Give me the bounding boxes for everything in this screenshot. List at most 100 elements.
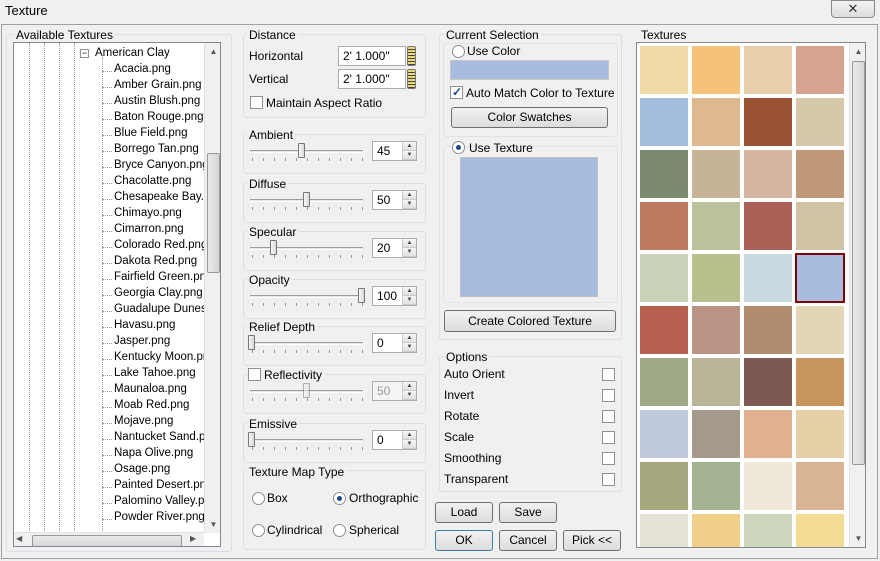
texture-swatch[interactable]	[743, 305, 793, 355]
spherical-radio[interactable]	[333, 524, 346, 537]
option-checkbox[interactable]	[602, 452, 615, 465]
spin-down-icon[interactable]: ▼	[403, 296, 416, 305]
spin-buttons[interactable]: ▲ ▼	[402, 431, 416, 449]
orthographic-radio[interactable]	[333, 492, 346, 505]
slider-thumb[interactable]	[248, 335, 255, 350]
spin-down-icon[interactable]: ▼	[403, 248, 416, 257]
texture-swatch[interactable]	[795, 149, 845, 199]
tree-item[interactable]: Dakota Red.png	[114, 255, 197, 267]
scroll-down-arrow-icon[interactable]: ▼	[205, 516, 220, 533]
texture-swatch[interactable]	[691, 513, 741, 547]
tree-item[interactable]: Lake Tahoe.png	[114, 367, 196, 379]
slider-track[interactable]	[250, 150, 363, 153]
tree-item[interactable]: Acacia.png	[114, 63, 171, 75]
texture-swatch[interactable]	[743, 461, 793, 511]
texture-swatch[interactable]	[743, 253, 793, 303]
tree-collapse-toggle[interactable]: −	[80, 49, 89, 58]
slider-track[interactable]	[250, 439, 363, 442]
vertical-input[interactable]: 2' 1.000"	[338, 69, 406, 89]
tree-item[interactable]: Osage.png	[114, 463, 170, 475]
tree-item[interactable]: Jasper.png	[114, 335, 170, 347]
spin-up-icon[interactable]: ▲	[403, 334, 416, 343]
spin-buttons[interactable]: ▲ ▼	[402, 239, 416, 257]
tree-item[interactable]: Chacolatte.png	[114, 175, 191, 187]
slider-thumb[interactable]	[270, 240, 277, 255]
tree-item[interactable]: Fairfield Green.png	[114, 271, 212, 283]
texture-swatch[interactable]	[691, 409, 741, 459]
texture-swatch[interactable]	[691, 149, 741, 199]
texture-swatch[interactable]	[639, 201, 689, 251]
save-button[interactable]: Save	[499, 502, 557, 523]
scroll-right-arrow-icon[interactable]: ▶	[190, 534, 196, 543]
tree-item[interactable]: Borrego Tan.png	[114, 143, 199, 155]
scroll-left-arrow-icon[interactable]: ◀	[16, 534, 22, 543]
tree-horizontal-scrollbar[interactable]: ◀ ▶	[14, 532, 204, 546]
horizontal-input[interactable]: 2' 1.000"	[338, 46, 406, 66]
maintain-aspect-checkbox[interactable]	[250, 96, 263, 109]
option-checkbox[interactable]	[602, 431, 615, 444]
tree-item[interactable]: Kentucky Moon.pr	[114, 351, 207, 363]
auto-match-checkbox[interactable]	[450, 85, 463, 99]
spin-buttons[interactable]: ▲ ▼	[402, 191, 416, 209]
texture-swatch[interactable]	[639, 461, 689, 511]
spin-up-icon[interactable]: ▲	[403, 382, 416, 391]
h-scroll-thumb[interactable]	[32, 535, 182, 546]
use-texture-radio[interactable]	[452, 141, 465, 154]
close-button[interactable]: ✕	[831, 0, 875, 18]
tree-item[interactable]: Baton Rouge.png	[114, 111, 204, 123]
tree-item[interactable]: Guadalupe Dunes.	[114, 303, 210, 315]
texture-swatch[interactable]	[639, 357, 689, 407]
tree-item[interactable]: Painted Desert.png	[114, 479, 212, 491]
tree-item[interactable]: Mojave.png	[114, 415, 173, 427]
texture-swatch[interactable]	[691, 357, 741, 407]
tree-item[interactable]: Chesapeake Bay.p	[114, 191, 210, 203]
horizontal-spinner-icon[interactable]	[407, 46, 416, 66]
create-colored-texture-button[interactable]: Create Colored Texture	[444, 310, 616, 332]
texture-swatch[interactable]	[691, 305, 741, 355]
option-checkbox[interactable]	[602, 389, 615, 402]
slider-thumb[interactable]	[297, 143, 305, 158]
texture-swatch[interactable]	[795, 97, 845, 147]
cancel-button[interactable]: Cancel	[499, 530, 557, 551]
texture-swatch[interactable]	[639, 513, 689, 547]
slider-thumb[interactable]	[303, 192, 310, 207]
tree-item[interactable]: Napa Olive.png	[114, 447, 193, 459]
tree-item[interactable]: Bryce Canyon.png	[114, 159, 209, 171]
texture-swatch[interactable]	[639, 253, 689, 303]
texture-swatch[interactable]	[639, 97, 689, 147]
tree-item[interactable]: Cimarron.png	[114, 223, 184, 235]
spin-buttons[interactable]: ▲ ▼	[402, 334, 416, 352]
tree-item[interactable]: Moab Red.png	[114, 399, 189, 411]
tree-item[interactable]: Powder River.png	[114, 511, 205, 523]
texture-swatch[interactable]	[691, 201, 741, 251]
spin-buttons[interactable]: ▲ ▼	[402, 287, 416, 305]
tree-item[interactable]: Palomino Valley.pn	[114, 495, 211, 507]
spin-buttons[interactable]: ▲ ▼	[402, 382, 416, 400]
texture-swatch[interactable]	[639, 409, 689, 459]
texture-swatch[interactable]	[743, 45, 793, 95]
tree-item[interactable]: Havasu.png	[114, 319, 175, 331]
texture-swatch[interactable]	[691, 461, 741, 511]
texture-palette[interactable]: ▲ ▼	[636, 42, 866, 548]
slider-thumb[interactable]	[303, 383, 310, 398]
slider-track[interactable]	[250, 247, 363, 250]
slider-value-input[interactable]: 0 ▲ ▼	[372, 333, 417, 353]
slider-thumb[interactable]	[358, 288, 365, 303]
box-radio[interactable]	[252, 492, 265, 505]
palette-scroll-up-icon[interactable]: ▲	[850, 43, 865, 60]
spin-up-icon[interactable]: ▲	[403, 191, 416, 200]
tree-item[interactable]: Maunaloa.png	[114, 383, 187, 395]
spin-down-icon[interactable]: ▼	[403, 440, 416, 449]
spin-up-icon[interactable]: ▲	[403, 287, 416, 296]
ok-button[interactable]: OK	[435, 530, 493, 551]
spin-down-icon[interactable]: ▼	[403, 151, 416, 160]
texture-swatch[interactable]	[795, 45, 845, 95]
current-color-bar[interactable]	[450, 60, 609, 80]
spin-down-icon[interactable]: ▼	[403, 343, 416, 352]
tree-item[interactable]: Colorado Red.png	[114, 239, 207, 251]
texture-swatch[interactable]	[743, 97, 793, 147]
texture-swatch[interactable]	[795, 253, 845, 303]
option-checkbox[interactable]	[602, 368, 615, 381]
load-button[interactable]: Load	[435, 502, 493, 523]
tree-item[interactable]: Austin Blush.png	[114, 95, 200, 107]
